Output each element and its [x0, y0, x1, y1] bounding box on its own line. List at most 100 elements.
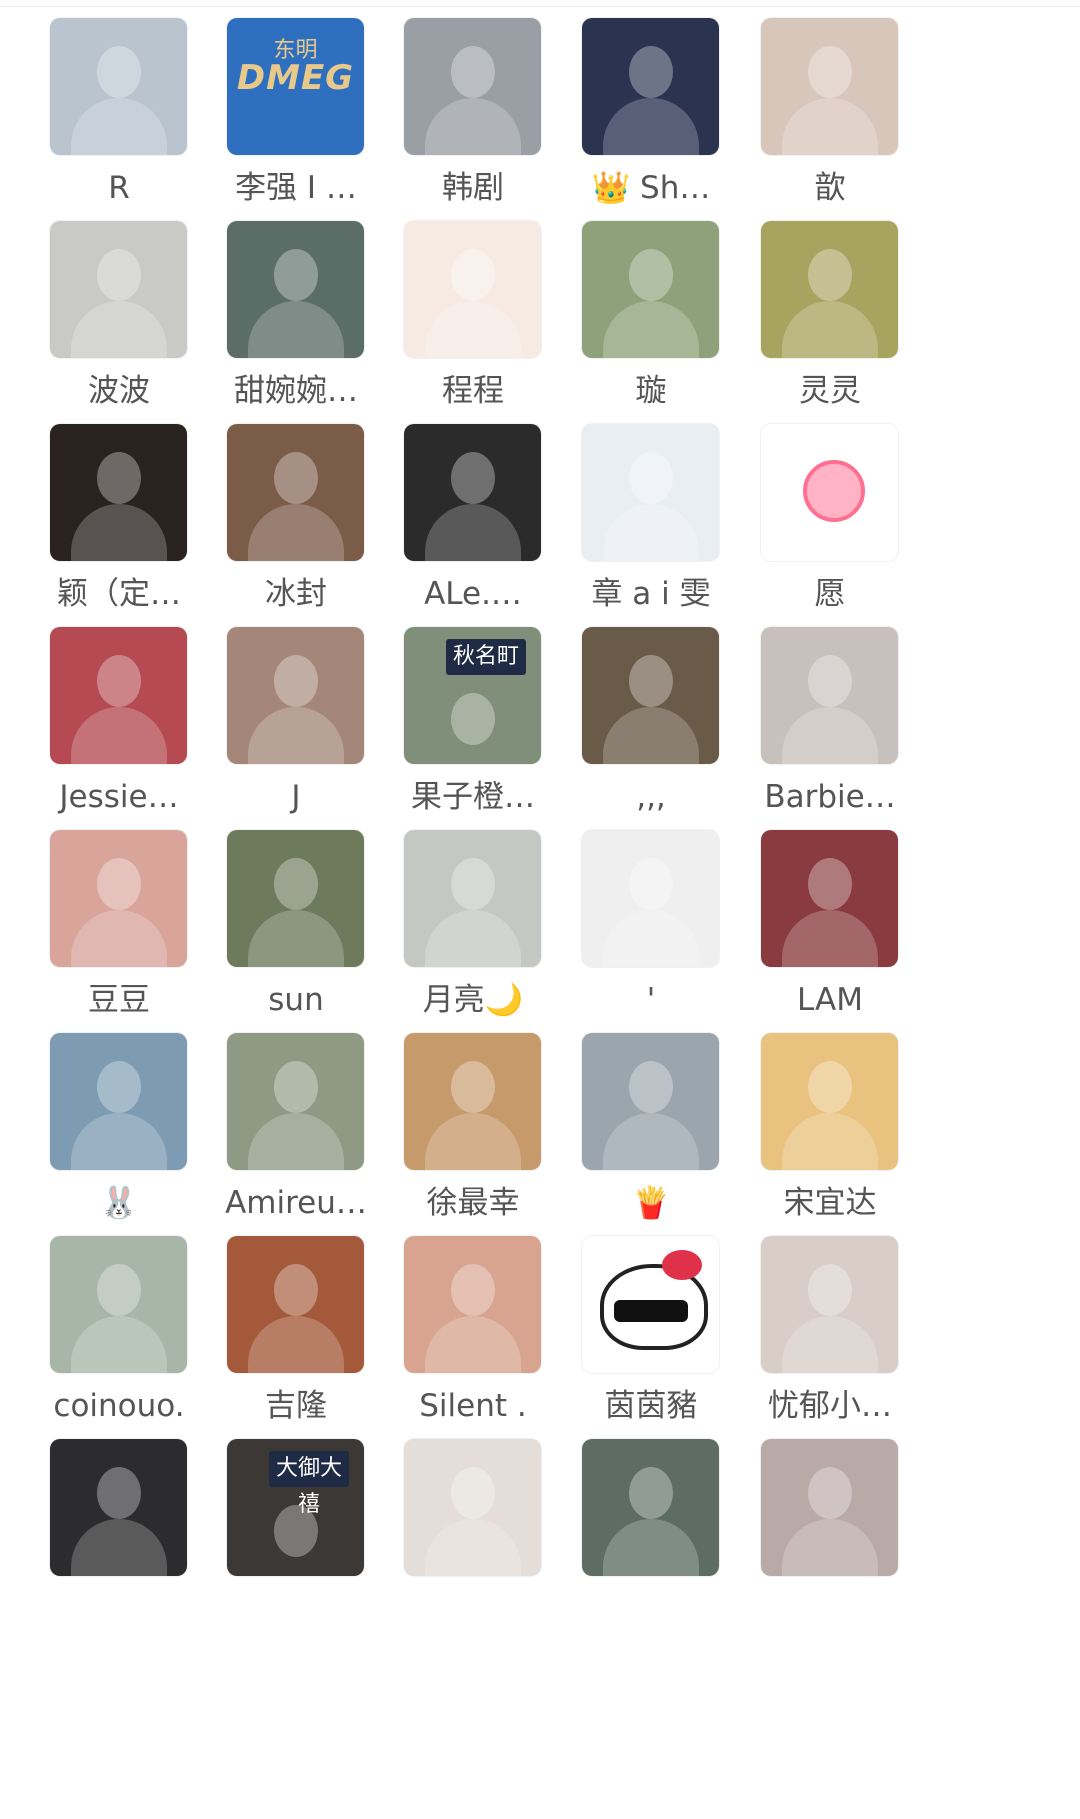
- member-item[interactable]: 👑 Sh…: [551, 0, 751, 220]
- member-avatar[interactable]: [404, 221, 541, 358]
- member-avatar[interactable]: [404, 830, 541, 967]
- member-item[interactable]: [19, 1421, 219, 1641]
- photo-subject-body: [70, 707, 167, 764]
- member-avatar[interactable]: [227, 221, 364, 358]
- member-item[interactable]: [730, 1421, 930, 1641]
- photo-subject-body: [602, 98, 699, 155]
- member-item[interactable]: 茵茵豬: [551, 1218, 751, 1438]
- member-avatar[interactable]: [50, 18, 187, 155]
- member-item[interactable]: R: [19, 0, 219, 220]
- member-item[interactable]: LAM: [730, 812, 930, 1032]
- photo-subject-body: [247, 504, 344, 561]
- member-avatar[interactable]: [761, 1236, 898, 1373]
- member-item[interactable]: 颖（定…: [19, 406, 219, 626]
- member-item[interactable]: 歆: [730, 0, 930, 220]
- member-item[interactable]: 🐰: [19, 1015, 219, 1235]
- member-item[interactable]: 冰封: [196, 406, 396, 626]
- member-avatar[interactable]: 秋名町: [404, 627, 541, 764]
- member-item[interactable]: 徐最幸: [373, 1015, 573, 1235]
- member-avatar[interactable]: [761, 1439, 898, 1576]
- member-avatar[interactable]: [761, 830, 898, 967]
- member-item[interactable]: 波波: [19, 203, 219, 423]
- photo-subject: [628, 249, 673, 301]
- member-avatar[interactable]: [761, 627, 898, 764]
- member-avatar[interactable]: [50, 627, 187, 764]
- member-item[interactable]: ALe.…: [373, 406, 573, 626]
- member-item[interactable]: 月亮🌙: [373, 812, 573, 1032]
- photo-subject-body: [602, 301, 699, 358]
- member-avatar[interactable]: [761, 1033, 898, 1170]
- member-avatar[interactable]: [227, 830, 364, 967]
- member-avatar[interactable]: [761, 18, 898, 155]
- bow-icon: [662, 1250, 702, 1280]
- member-avatar[interactable]: [227, 1033, 364, 1170]
- member-item[interactable]: 程程: [373, 203, 573, 423]
- member-avatar[interactable]: [227, 424, 364, 561]
- member-item[interactable]: 大御大禧: [196, 1421, 396, 1641]
- member-avatar[interactable]: 东明 DMEG: [227, 18, 364, 155]
- member-item[interactable]: 灵灵: [730, 203, 930, 423]
- member-name: 愿: [814, 576, 846, 612]
- member-item[interactable]: 🍟: [551, 1015, 751, 1235]
- member-avatar[interactable]: [582, 627, 719, 764]
- member-name: 徐最幸: [426, 1185, 520, 1221]
- member-item[interactable]: 吉隆: [196, 1218, 396, 1438]
- member-avatar[interactable]: [582, 18, 719, 155]
- member-avatar[interactable]: [582, 424, 719, 561]
- member-avatar[interactable]: [50, 1439, 187, 1576]
- member-avatar[interactable]: [404, 1033, 541, 1170]
- member-item[interactable]: [373, 1421, 573, 1641]
- photo-subject: [273, 858, 318, 910]
- member-name: Silent .: [419, 1388, 527, 1424]
- member-item[interactable]: Jessie…: [19, 609, 219, 829]
- member-item[interactable]: 秋名町 果子橙…: [373, 609, 573, 829]
- member-item[interactable]: 忧郁小…: [730, 1218, 930, 1438]
- member-avatar[interactable]: [582, 1033, 719, 1170]
- member-item[interactable]: Silent .: [373, 1218, 573, 1438]
- member-avatar[interactable]: [582, 1236, 719, 1373]
- member-item[interactable]: 宋宜达: [730, 1015, 930, 1235]
- member-item[interactable]: ': [551, 812, 751, 1032]
- member-item[interactable]: 愿: [730, 406, 930, 626]
- photo-subject-body: [247, 707, 344, 764]
- member-avatar[interactable]: [50, 1236, 187, 1373]
- photo-subject-body: [602, 1519, 699, 1576]
- member-item[interactable]: sun: [196, 812, 396, 1032]
- member-avatar[interactable]: [50, 830, 187, 967]
- member-item[interactable]: [551, 1421, 751, 1641]
- photo-subject: [96, 1061, 141, 1113]
- member-name: 👑 Sh…: [591, 170, 711, 206]
- member-name: 吉隆: [265, 1388, 327, 1424]
- photo-subject-body: [424, 98, 521, 155]
- member-avatar[interactable]: [404, 1439, 541, 1576]
- member-avatar[interactable]: [50, 424, 187, 561]
- member-avatar[interactable]: [761, 424, 898, 561]
- member-item[interactable]: ,,,: [551, 609, 751, 829]
- photo-subject-body: [781, 98, 878, 155]
- member-avatar[interactable]: [582, 830, 719, 967]
- member-item[interactable]: 韩剧: [373, 0, 573, 220]
- photo-subject: [807, 858, 852, 910]
- member-avatar[interactable]: [761, 221, 898, 358]
- member-avatar[interactable]: [404, 18, 541, 155]
- member-avatar[interactable]: [227, 1236, 364, 1373]
- photo-subject: [628, 1061, 673, 1113]
- member-item[interactable]: 章 a i 雯: [551, 406, 751, 626]
- member-name: 冰封: [265, 576, 327, 612]
- member-item[interactable]: 甜婉婉…: [196, 203, 396, 423]
- member-item[interactable]: 璇: [551, 203, 751, 423]
- member-item[interactable]: 豆豆: [19, 812, 219, 1032]
- member-avatar[interactable]: [582, 221, 719, 358]
- member-item[interactable]: Amireu…: [196, 1015, 396, 1235]
- member-avatar[interactable]: [50, 1033, 187, 1170]
- member-item[interactable]: 东明 DMEG 李强 I …: [196, 0, 396, 220]
- member-avatar[interactable]: [582, 1439, 719, 1576]
- member-avatar[interactable]: 大御大禧: [227, 1439, 364, 1576]
- member-item[interactable]: Barbie…: [730, 609, 930, 829]
- member-item[interactable]: coinouo.: [19, 1218, 219, 1438]
- member-item[interactable]: J: [196, 609, 396, 829]
- member-avatar[interactable]: [50, 221, 187, 358]
- member-avatar[interactable]: [404, 1236, 541, 1373]
- member-avatar[interactable]: [404, 424, 541, 561]
- member-avatar[interactable]: [227, 627, 364, 764]
